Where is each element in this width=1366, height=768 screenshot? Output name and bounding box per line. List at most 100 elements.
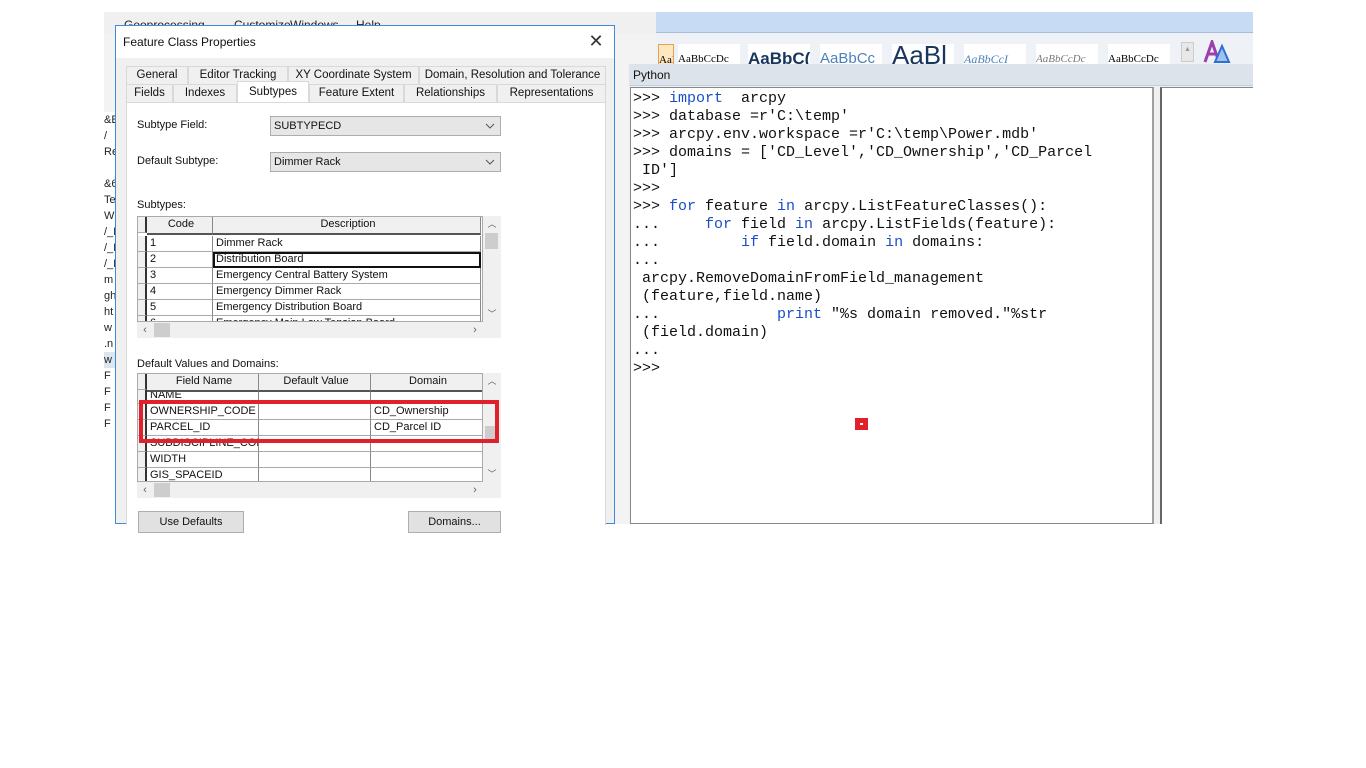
row-selector[interactable]: [138, 452, 147, 468]
column-header-default-value[interactable]: Default Value: [259, 374, 371, 392]
gallery-scroll-up[interactable]: ▲: [1181, 42, 1194, 62]
domain-cell[interactable]: [371, 468, 482, 481]
field-name-cell[interactable]: WIDTH: [147, 452, 259, 468]
row-selector[interactable]: [138, 468, 147, 481]
style-item[interactable]: AaBbCcDc: [1036, 44, 1098, 66]
default-value-cell[interactable]: [259, 468, 371, 481]
subtype-row[interactable]: 2 Distribution Board: [138, 252, 481, 268]
subtype-code-cell[interactable]: 3: [147, 268, 213, 284]
row-selector[interactable]: [138, 404, 147, 420]
domains-horizontal-scrollbar[interactable]: ‹ ›: [137, 482, 501, 498]
tab-indexes[interactable]: Indexes: [173, 84, 237, 102]
column-header-code[interactable]: Code: [147, 217, 213, 235]
chevron-down-icon: [485, 123, 495, 129]
style-item[interactable]: AaBbCcDc: [658, 44, 674, 66]
scroll-up-arrow-icon[interactable]: ︿: [483, 373, 501, 389]
scroll-left-arrow-icon[interactable]: ‹: [137, 322, 153, 338]
row-selector[interactable]: [138, 252, 147, 268]
domain-row[interactable]: SUBDISCIPLINE_CODE: [138, 436, 482, 452]
scroll-up-arrow-icon[interactable]: ︿: [483, 216, 501, 232]
row-selector[interactable]: [138, 388, 147, 404]
subtype-description-cell[interactable]: Distribution Board: [213, 252, 481, 268]
domain-cell[interactable]: CD_Parcel ID: [371, 420, 482, 436]
change-styles-icon[interactable]: [1203, 40, 1231, 64]
subtype-row[interactable]: 5 Emergency Distribution Board: [138, 300, 481, 316]
field-name-cell[interactable]: PARCEL_ID: [147, 420, 259, 436]
subtypes-tab-panel: Subtype Field: SUBTYPECD Default Subtype…: [126, 102, 606, 533]
style-item[interactable]: AaBbCcDc: [678, 44, 740, 66]
scroll-down-arrow-icon[interactable]: ﹀: [483, 466, 501, 482]
row-selector[interactable]: [138, 268, 147, 284]
scroll-right-arrow-icon[interactable]: ›: [467, 482, 483, 498]
column-header-description[interactable]: Description: [213, 217, 481, 235]
field-name-cell[interactable]: SUBDISCIPLINE_CODE: [147, 436, 259, 452]
style-item[interactable]: AaBbC(: [748, 44, 810, 66]
style-item[interactable]: AaBbCcDc: [1108, 44, 1170, 66]
default-value-cell[interactable]: [259, 420, 371, 436]
style-item[interactable]: AaBbCcI: [964, 44, 1026, 66]
field-name-cell[interactable]: GIS_SPACEID: [147, 468, 259, 481]
row-selector[interactable]: [138, 300, 147, 316]
tab-representations[interactable]: Representations: [497, 84, 606, 102]
row-selector[interactable]: [138, 420, 147, 436]
console-line: ID']: [633, 162, 1152, 180]
tab-general[interactable]: General: [126, 66, 188, 84]
subtypes-horizontal-scrollbar[interactable]: ‹ ›: [137, 322, 501, 338]
row-selector[interactable]: [138, 284, 147, 300]
python-console[interactable]: >>> import arcpy >>> database =r'C:\temp'…: [630, 87, 1154, 524]
subtype-row[interactable]: 1 Dimmer Rack: [138, 236, 481, 252]
console-line: >>> database =r'C:\temp': [633, 108, 1152, 126]
subtype-code-cell[interactable]: 4: [147, 284, 213, 300]
scroll-left-arrow-icon[interactable]: ‹: [137, 482, 153, 498]
subtype-row[interactable]: 3 Emergency Central Battery System: [138, 268, 481, 284]
domain-row[interactable]: GIS_SPACEID: [138, 468, 482, 481]
domain-row[interactable]: PARCEL_ID CD_Parcel ID: [138, 420, 482, 436]
scroll-right-arrow-icon[interactable]: ›: [467, 322, 483, 338]
column-header-field-name[interactable]: Field Name: [147, 374, 259, 392]
subtypes-grid[interactable]: Code Description 1 Dimmer Rack 2 Distribution…: [137, 216, 483, 322]
subtype-description-cell[interactable]: Emergency Dimmer Rack: [213, 284, 481, 300]
python-help-pane: [1160, 87, 1253, 524]
subtype-description-cell[interactable]: Emergency Central Battery System: [213, 268, 481, 284]
subtype-code-cell[interactable]: 2: [147, 252, 213, 268]
default-value-cell[interactable]: [259, 436, 371, 452]
scroll-down-arrow-icon[interactable]: ﹀: [483, 306, 501, 322]
domain-cell[interactable]: CD_Ownership: [371, 404, 482, 420]
tab-fields[interactable]: Fields: [126, 84, 173, 102]
close-icon[interactable]: ✕: [584, 30, 608, 52]
scrollbar-thumb[interactable]: [154, 483, 170, 497]
domains-button[interactable]: Domains...: [408, 511, 501, 533]
default-values-domains-grid[interactable]: NAME OWNERSHIP_CODE CD_Ownership PARCEL_ID C…: [137, 373, 483, 482]
tab-relationships[interactable]: Relationships: [404, 84, 497, 102]
subtype-row[interactable]: 4 Emergency Dimmer Rack: [138, 284, 481, 300]
tab-subtypes[interactable]: Subtypes: [237, 81, 309, 102]
code-text: feature: [696, 198, 778, 215]
subtype-code-cell[interactable]: 5: [147, 300, 213, 316]
use-defaults-button[interactable]: Use Defaults: [138, 511, 244, 533]
tab-feature-extent[interactable]: Feature Extent: [309, 84, 404, 102]
row-selector[interactable]: [138, 436, 147, 452]
domain-row[interactable]: OWNERSHIP_CODE CD_Ownership: [138, 404, 482, 420]
subtype-code-cell[interactable]: 1: [147, 236, 213, 252]
subtype-field-dropdown[interactable]: SUBTYPECD: [270, 116, 501, 136]
style-item[interactable]: AaBbCc: [820, 44, 882, 66]
subtype-description-cell[interactable]: Dimmer Rack: [213, 236, 481, 252]
domain-cell[interactable]: [371, 452, 482, 468]
row-selector[interactable]: [138, 236, 147, 252]
default-value-cell[interactable]: [259, 404, 371, 420]
field-name-cell[interactable]: OWNERSHIP_CODE: [147, 404, 259, 420]
scrollbar-thumb[interactable]: [154, 323, 170, 337]
style-item[interactable]: AaBl: [892, 44, 954, 66]
subtype-description-cell[interactable]: Emergency Distribution Board: [213, 300, 481, 316]
console-prompt: >>>: [633, 126, 670, 143]
column-header-domain[interactable]: Domain: [371, 374, 482, 392]
scrollbar-thumb[interactable]: [485, 426, 498, 442]
tab-domain-resolution-tolerance[interactable]: Domain, Resolution and Tolerance: [419, 66, 606, 84]
domain-row[interactable]: WIDTH: [138, 452, 482, 468]
default-subtype-dropdown[interactable]: Dimmer Rack: [270, 152, 501, 172]
domain-cell[interactable]: [371, 436, 482, 452]
subtypes-vertical-scrollbar[interactable]: ︿ ﹀: [483, 216, 501, 322]
scrollbar-thumb[interactable]: [485, 233, 498, 249]
domains-vertical-scrollbar[interactable]: ︿ ﹀: [483, 373, 501, 482]
default-value-cell[interactable]: [259, 452, 371, 468]
